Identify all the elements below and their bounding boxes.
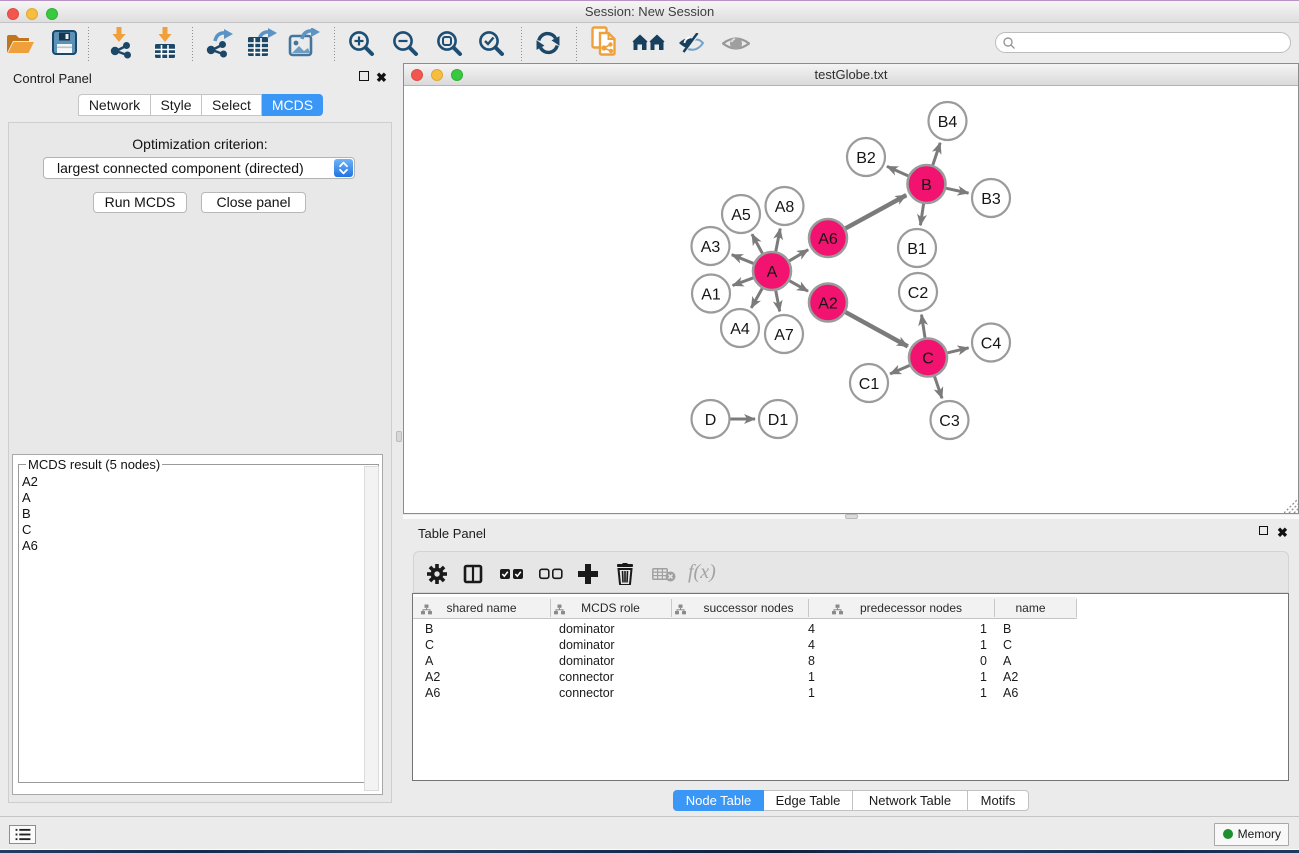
svg-text:A2: A2 <box>819 295 839 312</box>
svg-text:A8: A8 <box>775 198 795 215</box>
svg-text:A4: A4 <box>731 320 751 337</box>
svg-text:C: C <box>923 350 935 367</box>
svg-text:A: A <box>767 263 778 280</box>
svg-text:C3: C3 <box>940 412 961 429</box>
svg-text:A1: A1 <box>702 286 722 303</box>
svg-text:B: B <box>922 176 933 193</box>
svg-text:C1: C1 <box>859 375 880 392</box>
svg-text:C4: C4 <box>981 335 1002 352</box>
svg-text:A6: A6 <box>819 230 839 247</box>
svg-text:B2: B2 <box>857 149 877 166</box>
svg-text:D: D <box>705 411 717 428</box>
svg-text:A3: A3 <box>701 238 721 255</box>
svg-text:B3: B3 <box>982 190 1002 207</box>
svg-text:C2: C2 <box>908 284 929 301</box>
svg-text:B1: B1 <box>908 240 928 257</box>
svg-text:D1: D1 <box>768 411 789 428</box>
svg-text:A5: A5 <box>732 206 752 223</box>
svg-text:A7: A7 <box>775 326 795 343</box>
svg-text:B4: B4 <box>938 113 958 130</box>
